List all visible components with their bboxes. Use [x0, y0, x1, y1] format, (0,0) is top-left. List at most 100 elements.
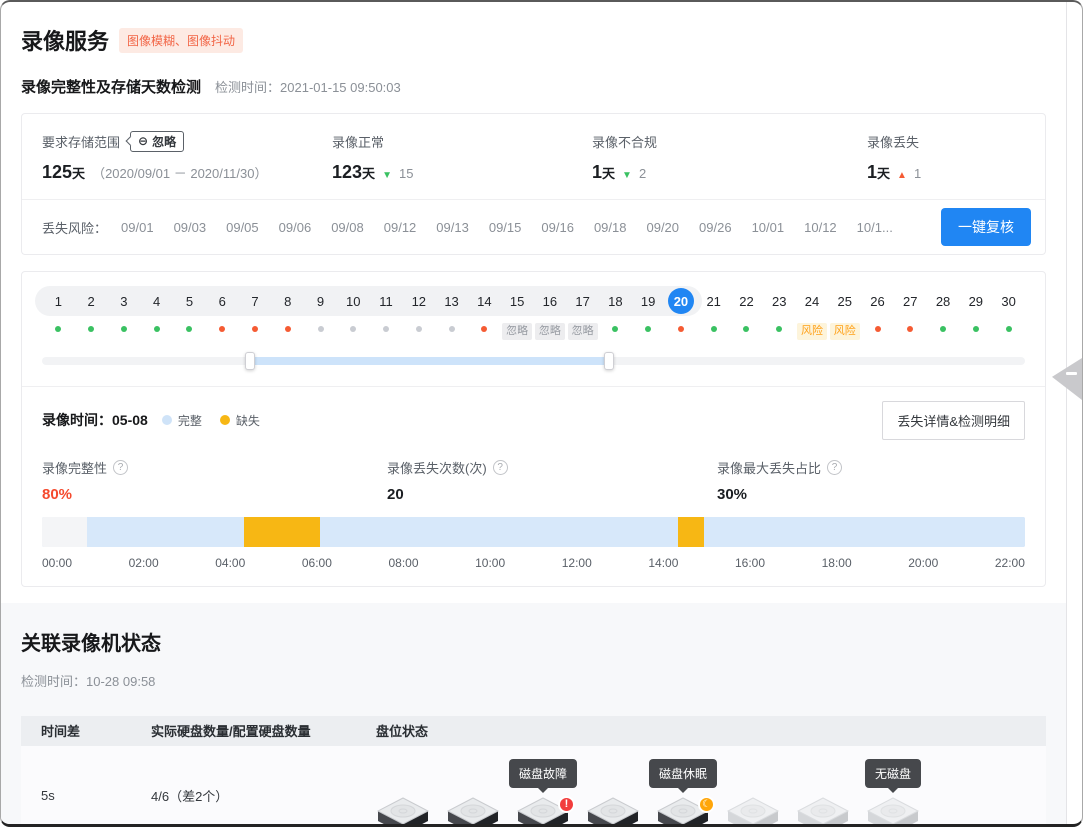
ignore-tag-label: 忽略: [152, 133, 176, 150]
calendar-day-7[interactable]: 7: [242, 288, 268, 314]
calendar-day-1[interactable]: 1: [45, 288, 71, 314]
risk-date[interactable]: 09/06: [279, 220, 312, 235]
calendar-day-25[interactable]: 25: [832, 288, 858, 314]
calendar-day-column: 19: [632, 288, 665, 340]
calendar-day-14[interactable]: 14: [471, 288, 497, 314]
calendar-day-column: 26: [861, 288, 894, 340]
risk-date[interactable]: 09/08: [331, 220, 364, 235]
calendar-day-17[interactable]: 17: [570, 288, 596, 314]
loss-risk-label: 丢失风险：: [42, 218, 107, 237]
calendar-day-10[interactable]: 10: [340, 288, 366, 314]
risk-date[interactable]: 09/13: [436, 220, 469, 235]
calendar-day-15[interactable]: 15: [504, 288, 530, 314]
day-status-dot: [318, 326, 324, 332]
stat-value: 123天: [332, 162, 375, 183]
risk-date[interactable]: 09/12: [384, 220, 417, 235]
day-calendar-row: 123456789101112131415忽略16忽略17忽略181920212…: [42, 288, 1025, 340]
risk-date[interactable]: 10/01: [752, 220, 785, 235]
empty-disk-icon: [726, 796, 780, 824]
slider-selected-range[interactable]: [250, 357, 609, 365]
help-icon[interactable]: ?: [493, 460, 508, 475]
legend-dot: [220, 415, 230, 425]
calendar-day-column: 6: [206, 288, 239, 340]
timeline-segment-complete: [320, 517, 678, 547]
calendar-day-23[interactable]: 23: [766, 288, 792, 314]
time-tick: 02:00: [129, 556, 159, 570]
disk-slot-1[interactable]: [376, 750, 430, 824]
loss-detail-button[interactable]: 丢失详情&检测明细: [882, 401, 1025, 440]
day-range-slider[interactable]: [42, 352, 1025, 370]
risk-date[interactable]: 09/18: [594, 220, 627, 235]
disk-slot-4[interactable]: [586, 750, 640, 824]
calendar-day-13[interactable]: 13: [439, 288, 465, 314]
calendar-day-8[interactable]: 8: [275, 288, 301, 314]
disk-slot-8[interactable]: 无磁盘: [866, 750, 920, 824]
metric-value: 80%: [42, 486, 387, 503]
calendar-day-4[interactable]: 4: [144, 288, 170, 314]
calendar-day-2[interactable]: 2: [78, 288, 104, 314]
help-icon[interactable]: ?: [827, 460, 842, 475]
calendar-day-26[interactable]: 26: [865, 288, 891, 314]
risk-date[interactable]: 09/01: [121, 220, 154, 235]
recheck-button[interactable]: 一键复核: [941, 208, 1031, 246]
calendar-day-21[interactable]: 21: [701, 288, 727, 314]
day-status-dot: [350, 326, 356, 332]
day-status-dot: [940, 326, 946, 332]
page-header: 录像服务 图像模糊、图像抖动: [1, 2, 1066, 56]
calendar-day-11[interactable]: 11: [373, 288, 399, 314]
calendar-day-28[interactable]: 28: [930, 288, 956, 314]
disk-tooltip: 无磁盘: [865, 759, 921, 788]
ignore-tag[interactable]: ⊖忽略: [130, 131, 184, 152]
calendar-day-16[interactable]: 16: [537, 288, 563, 314]
risk-date[interactable]: 10/1...: [857, 220, 893, 235]
disk-icon: [586, 796, 640, 824]
calendar-day-9[interactable]: 9: [308, 288, 334, 314]
help-icon[interactable]: ?: [113, 460, 128, 475]
disk-slot-2[interactable]: [446, 750, 500, 824]
legend-item: 完整: [162, 412, 202, 429]
disk-slot-3[interactable]: !磁盘故障: [516, 750, 570, 824]
disk-slot-6[interactable]: [726, 750, 780, 824]
disk-sleep-icon: ☾: [698, 796, 715, 813]
calendar-day-column: 3: [108, 288, 141, 340]
calendar-day-5[interactable]: 5: [176, 288, 202, 314]
calendar-day-30[interactable]: 30: [996, 288, 1022, 314]
calendar-day-20[interactable]: 20: [668, 288, 694, 314]
calendar-day-27[interactable]: 27: [897, 288, 923, 314]
trend-up-icon: ▲: [897, 170, 907, 181]
risk-date[interactable]: 10/12: [804, 220, 837, 235]
calendar-day-24[interactable]: 24: [799, 288, 825, 314]
disk-fault-icon: !: [558, 796, 575, 813]
day-status-dot: [776, 326, 782, 332]
calendar-day-18[interactable]: 18: [602, 288, 628, 314]
risk-date[interactable]: 09/26: [699, 220, 732, 235]
calendar-day-19[interactable]: 19: [635, 288, 661, 314]
main-content: 录像服务 图像模糊、图像抖动 录像完整性及存储天数检测 检测时间：2021-01…: [1, 2, 1067, 824]
timeline-segment-empty: [42, 517, 87, 547]
calendar-day-column: 9: [304, 288, 337, 340]
recording-detail-card: 123456789101112131415忽略16忽略17忽略181920212…: [21, 271, 1046, 587]
calendar-day-column: 13: [435, 288, 468, 340]
risk-date[interactable]: 09/20: [646, 220, 679, 235]
risk-date[interactable]: 09/05: [226, 220, 259, 235]
disk-tooltip: 磁盘休眠: [649, 759, 717, 788]
slider-handle-right[interactable]: [604, 352, 614, 370]
recorder-status-section: 关联录像机状态 检测时间：10-28 09:58 时间差实际硬盘数量/配置硬盘数…: [1, 603, 1066, 824]
risk-date[interactable]: 09/15: [489, 220, 522, 235]
timeline-segment-missing: [244, 517, 321, 547]
calendar-day-12[interactable]: 12: [406, 288, 432, 314]
day-status-dot: [481, 326, 487, 332]
metric-value: 30%: [717, 486, 1025, 503]
day-status-dot: [416, 326, 422, 332]
calendar-day-6[interactable]: 6: [209, 288, 235, 314]
calendar-day-3[interactable]: 3: [111, 288, 137, 314]
disk-slot-5[interactable]: ☾磁盘休眠: [656, 750, 710, 824]
risk-date[interactable]: 09/16: [541, 220, 574, 235]
integrity-section-title: 录像完整性及存储天数检测: [21, 76, 201, 97]
calendar-day-22[interactable]: 22: [733, 288, 759, 314]
slider-handle-left[interactable]: [245, 352, 255, 370]
disk-slot-7[interactable]: [796, 750, 850, 824]
risk-date[interactable]: 09/03: [174, 220, 207, 235]
calendar-day-column: 22: [730, 288, 763, 340]
calendar-day-29[interactable]: 29: [963, 288, 989, 314]
